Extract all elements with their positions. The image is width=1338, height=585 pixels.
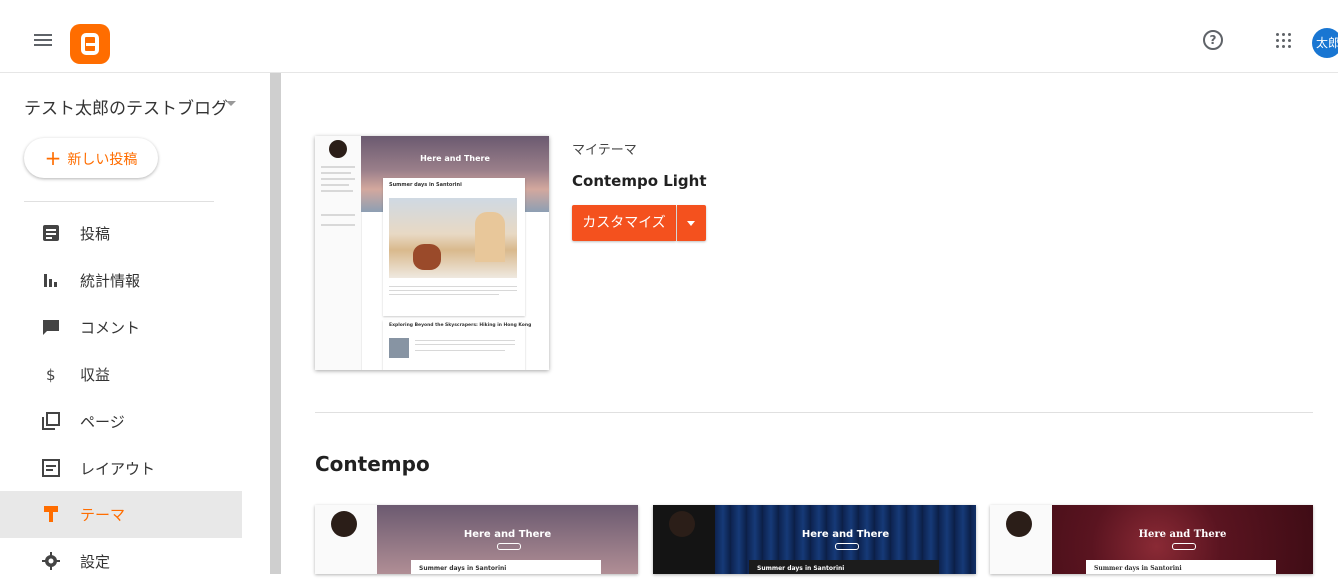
hamburger-menu-icon[interactable] (34, 34, 52, 46)
sidebar-scrollbar[interactable] (270, 73, 281, 574)
account-avatar[interactable]: 太郎 (1312, 28, 1338, 58)
customize-dropdown-button[interactable] (677, 205, 706, 241)
top-app-bar: ? 太郎 (0, 0, 1338, 73)
sidebar-item-comments[interactable]: コメント (0, 304, 242, 351)
posts-icon (43, 225, 59, 241)
chevron-down-icon[interactable] (226, 101, 236, 106)
sidebar-item-stats[interactable]: 統計情報 (0, 257, 242, 304)
thumbnail-blog-title: Here and There (463, 529, 552, 540)
preview-post-title: Summer days in Santorini (389, 182, 462, 188)
thumbnail-post-title: Summer days in Santorini (757, 565, 845, 572)
preview-post-card: Exploring Beyond the Skyscrapers: Hiking… (383, 320, 531, 370)
preview-post-thumbnail (389, 338, 409, 358)
theme-thumbnail-red[interactable]: Here and There Summer days in Santorini (990, 505, 1313, 574)
help-circle-icon[interactable]: ? (1203, 30, 1223, 50)
preview-post-image (389, 198, 517, 278)
thumbnail-avatar (1006, 511, 1032, 537)
thumbnail-post-title: Summer days in Santorini (419, 565, 507, 572)
chevron-down-icon (687, 221, 695, 226)
pages-icon (42, 412, 60, 430)
thumbnail-pill (497, 543, 521, 550)
blog-selector[interactable]: テスト太郎のテストブログ (24, 94, 228, 119)
plus-icon: + (44, 146, 62, 170)
preview-post-title: Exploring Beyond the Skyscrapers: Hiking… (389, 323, 532, 328)
thumbnail-pill (1172, 543, 1196, 550)
sidebar-item-label: 収益 (80, 366, 111, 384)
sidebar-item-posts[interactable]: 投稿 (0, 210, 242, 257)
layout-icon (42, 459, 60, 477)
thumbnail-post-card: Summer days in Santorini (1086, 560, 1276, 574)
theme-icon (44, 506, 58, 522)
thumbnail-blog-title: Here and There (1138, 529, 1227, 540)
theme-thumbnail-light[interactable]: Here and There Summer days in Santorini (315, 505, 638, 574)
sidebar-item-pages[interactable]: ページ (0, 398, 242, 445)
sidebar-item-label: コメント (80, 319, 141, 337)
thumbnail-avatar (331, 511, 357, 537)
preview-sidebar (315, 136, 362, 370)
thumbnail-avatar (669, 511, 695, 537)
sidebar-item-theme[interactable]: テーマ (0, 491, 242, 538)
customize-button[interactable]: カスタマイズ (572, 205, 676, 241)
new-post-label: 新しい投稿 (67, 152, 138, 168)
theme-section-title: Contempo (315, 452, 430, 476)
divider (315, 412, 1313, 413)
sidebar-item-label: ページ (80, 413, 125, 431)
sidebar-item-label: レイアウト (80, 460, 156, 478)
sidebar-item-label: 設定 (80, 553, 111, 571)
stats-icon (44, 274, 57, 287)
gear-icon (42, 552, 60, 570)
sidebar-item-label: 統計情報 (80, 272, 141, 290)
my-theme-label: マイテーマ (572, 143, 637, 158)
sidebar-item-label: テーマ (80, 506, 126, 524)
sidebar-item-label: 投稿 (80, 225, 111, 243)
apps-grid-icon[interactable] (1276, 33, 1292, 49)
thumbnail-blog-title: Here and There (801, 529, 890, 540)
current-theme-name: Contempo Light (572, 172, 707, 190)
preview-avatar (329, 140, 347, 158)
theme-thumbnail-dark[interactable]: Here and There Summer days in Santorini (653, 505, 976, 574)
comment-icon (43, 320, 59, 335)
new-post-button[interactable]: + 新しい投稿 (24, 138, 158, 178)
current-theme-preview[interactable]: Here and There Summer days in Santorini … (315, 136, 549, 370)
thumbnail-post-card: Summer days in Santorini (411, 560, 601, 574)
blogger-logo-icon[interactable] (70, 24, 110, 64)
thumbnail-post-card: Summer days in Santorini (749, 560, 939, 574)
preview-post-card: Summer days in Santorini (383, 178, 525, 316)
sidebar-item-settings[interactable]: 設定 (0, 538, 242, 585)
sidebar-item-earnings[interactable]: $ 収益 (0, 351, 242, 398)
thumbnail-sidebar (990, 505, 1052, 574)
thumbnail-pill (835, 543, 859, 550)
thumbnail-post-title: Summer days in Santorini (1094, 565, 1182, 572)
thumbnail-sidebar (315, 505, 377, 574)
dollar-icon: $ (46, 366, 56, 383)
svg-text:$: $ (46, 366, 56, 383)
preview-blog-title: Here and There (420, 154, 490, 163)
thumbnail-sidebar (653, 505, 715, 574)
divider (24, 201, 214, 202)
sidebar-item-layout[interactable]: レイアウト (0, 445, 242, 492)
